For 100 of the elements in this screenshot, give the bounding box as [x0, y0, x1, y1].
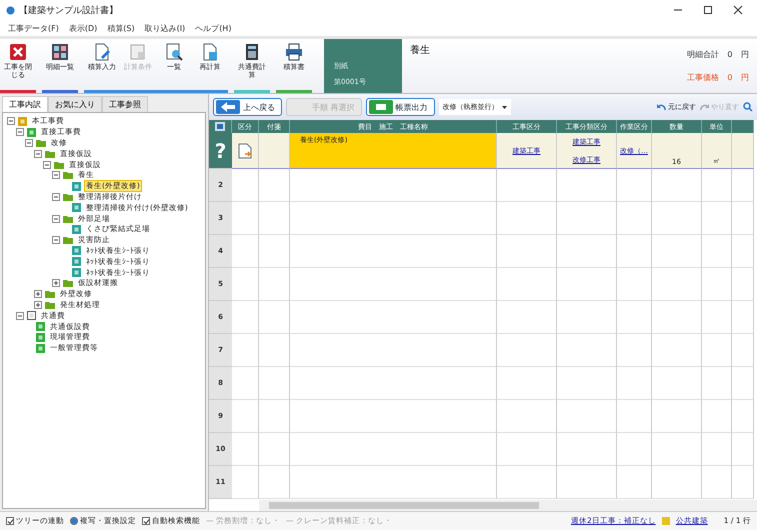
- expand-toggle[interactable]: [52, 279, 60, 288]
- table-cell: [497, 235, 557, 268]
- grid-settings-icon[interactable]: [215, 122, 225, 131]
- table-cell: [497, 433, 557, 466]
- table-cell: [232, 400, 259, 433]
- document-icon: [238, 142, 252, 158]
- table-cell: [652, 202, 702, 235]
- table-cell: [259, 334, 290, 367]
- maximize-button[interactable]: [703, 5, 713, 15]
- folder-icon: [63, 236, 73, 244]
- table-cell: [497, 268, 557, 301]
- table-cell: [732, 169, 754, 202]
- table-cell: [732, 202, 754, 235]
- table-cell: [497, 466, 557, 499]
- search-icon[interactable]: [743, 102, 753, 112]
- action-button[interactable]: 上へ戻る: [213, 98, 282, 116]
- table-cell: [617, 202, 652, 235]
- document-icon: [201, 43, 219, 61]
- table-cell: [652, 268, 702, 301]
- table-cell: [557, 433, 617, 466]
- table-cell: [617, 334, 652, 367]
- folder-icon: [63, 214, 73, 223]
- table-cell: [652, 334, 702, 367]
- help-item-icon: [72, 182, 81, 191]
- menu-item[interactable]: 取り込み(I): [144, 22, 186, 34]
- table-cell: [259, 268, 290, 301]
- collapse-toggle[interactable]: [52, 214, 60, 223]
- table-cell: [732, 301, 754, 334]
- collapse-toggle[interactable]: [52, 236, 60, 244]
- table-cell: [232, 235, 259, 268]
- horizontal-scrollbar[interactable]: [259, 500, 757, 511]
- collapse-toggle[interactable]: [52, 192, 60, 201]
- menu-item[interactable]: 工事データ(F): [8, 22, 59, 34]
- table-cell: [652, 433, 702, 466]
- collapse-toggle[interactable]: [52, 171, 60, 180]
- tab[interactable]: 工事内訳: [2, 96, 48, 112]
- table-cell: [652, 466, 702, 499]
- total-text: 明細合計 0 円: [686, 49, 749, 60]
- sheet-title: 養生: [409, 44, 431, 58]
- table-cell: [259, 466, 290, 499]
- table-cell: [732, 268, 754, 301]
- column-header: [732, 120, 754, 133]
- collapse-toggle[interactable]: [34, 150, 42, 158]
- table-cell: [259, 367, 290, 400]
- table-cell: [557, 268, 617, 301]
- table-cell: [232, 202, 259, 235]
- radio-button[interactable]: [70, 517, 78, 525]
- document-icon: [93, 43, 111, 61]
- table-cell: [232, 466, 259, 499]
- app-icon: [6, 6, 15, 14]
- table-cell: [557, 301, 617, 334]
- table-cell: [497, 367, 557, 400]
- collapse-toggle[interactable]: [7, 117, 15, 126]
- window-title: 【建築サンプル設計書】: [19, 4, 119, 16]
- table-cell: [259, 169, 290, 202]
- table-cell: [497, 400, 557, 433]
- row-number: ?: [209, 133, 232, 169]
- table-cell: [259, 235, 290, 268]
- table-cell: [557, 235, 617, 268]
- printer-icon: [368, 100, 393, 114]
- menu-item[interactable]: 積算(S): [107, 22, 135, 34]
- menu-item[interactable]: ヘルプ(H): [195, 22, 232, 34]
- table-cell: [702, 169, 732, 202]
- table-cell: [732, 466, 754, 499]
- table-cell: [732, 433, 754, 466]
- table-cell: [497, 334, 557, 367]
- total-text: 工事価格 0 円: [686, 72, 749, 83]
- table-cell: [497, 301, 557, 334]
- table-cell: [259, 433, 290, 466]
- close-button[interactable]: [733, 5, 743, 15]
- close-icon: [9, 43, 27, 61]
- tab[interactable]: お気に入り: [48, 96, 102, 112]
- dropdown-arrow-icon: [502, 106, 507, 108]
- collapse-toggle[interactable]: [16, 312, 24, 320]
- document-icon: [129, 43, 147, 61]
- checkbox[interactable]: [6, 517, 14, 525]
- expand-toggle[interactable]: [34, 300, 42, 309]
- expand-toggle[interactable]: [34, 290, 42, 298]
- search-icon: [165, 43, 183, 61]
- table-cell: [557, 367, 617, 400]
- table-cell: [617, 400, 652, 433]
- checkbox[interactable]: [142, 517, 150, 525]
- table-cell: [702, 466, 732, 499]
- table-cell: [732, 367, 754, 400]
- table-cell: [232, 367, 259, 400]
- tab[interactable]: 工事参照: [102, 96, 148, 112]
- table-cell: [232, 268, 259, 301]
- collapse-toggle[interactable]: [43, 160, 51, 169]
- table-cell: [232, 433, 259, 466]
- table-cell: [702, 268, 732, 301]
- table-cell: [732, 400, 754, 433]
- collapse-toggle[interactable]: [25, 138, 33, 147]
- menu-item[interactable]: 表示(D): [68, 22, 98, 34]
- table-cell: [617, 466, 652, 499]
- printer-icon: [285, 43, 303, 61]
- collapse-toggle[interactable]: [16, 128, 24, 136]
- table-cell: [732, 334, 754, 367]
- table-cell: [652, 400, 702, 433]
- table-cell: [702, 301, 732, 334]
- action-button[interactable]: 帳票出力: [366, 98, 435, 116]
